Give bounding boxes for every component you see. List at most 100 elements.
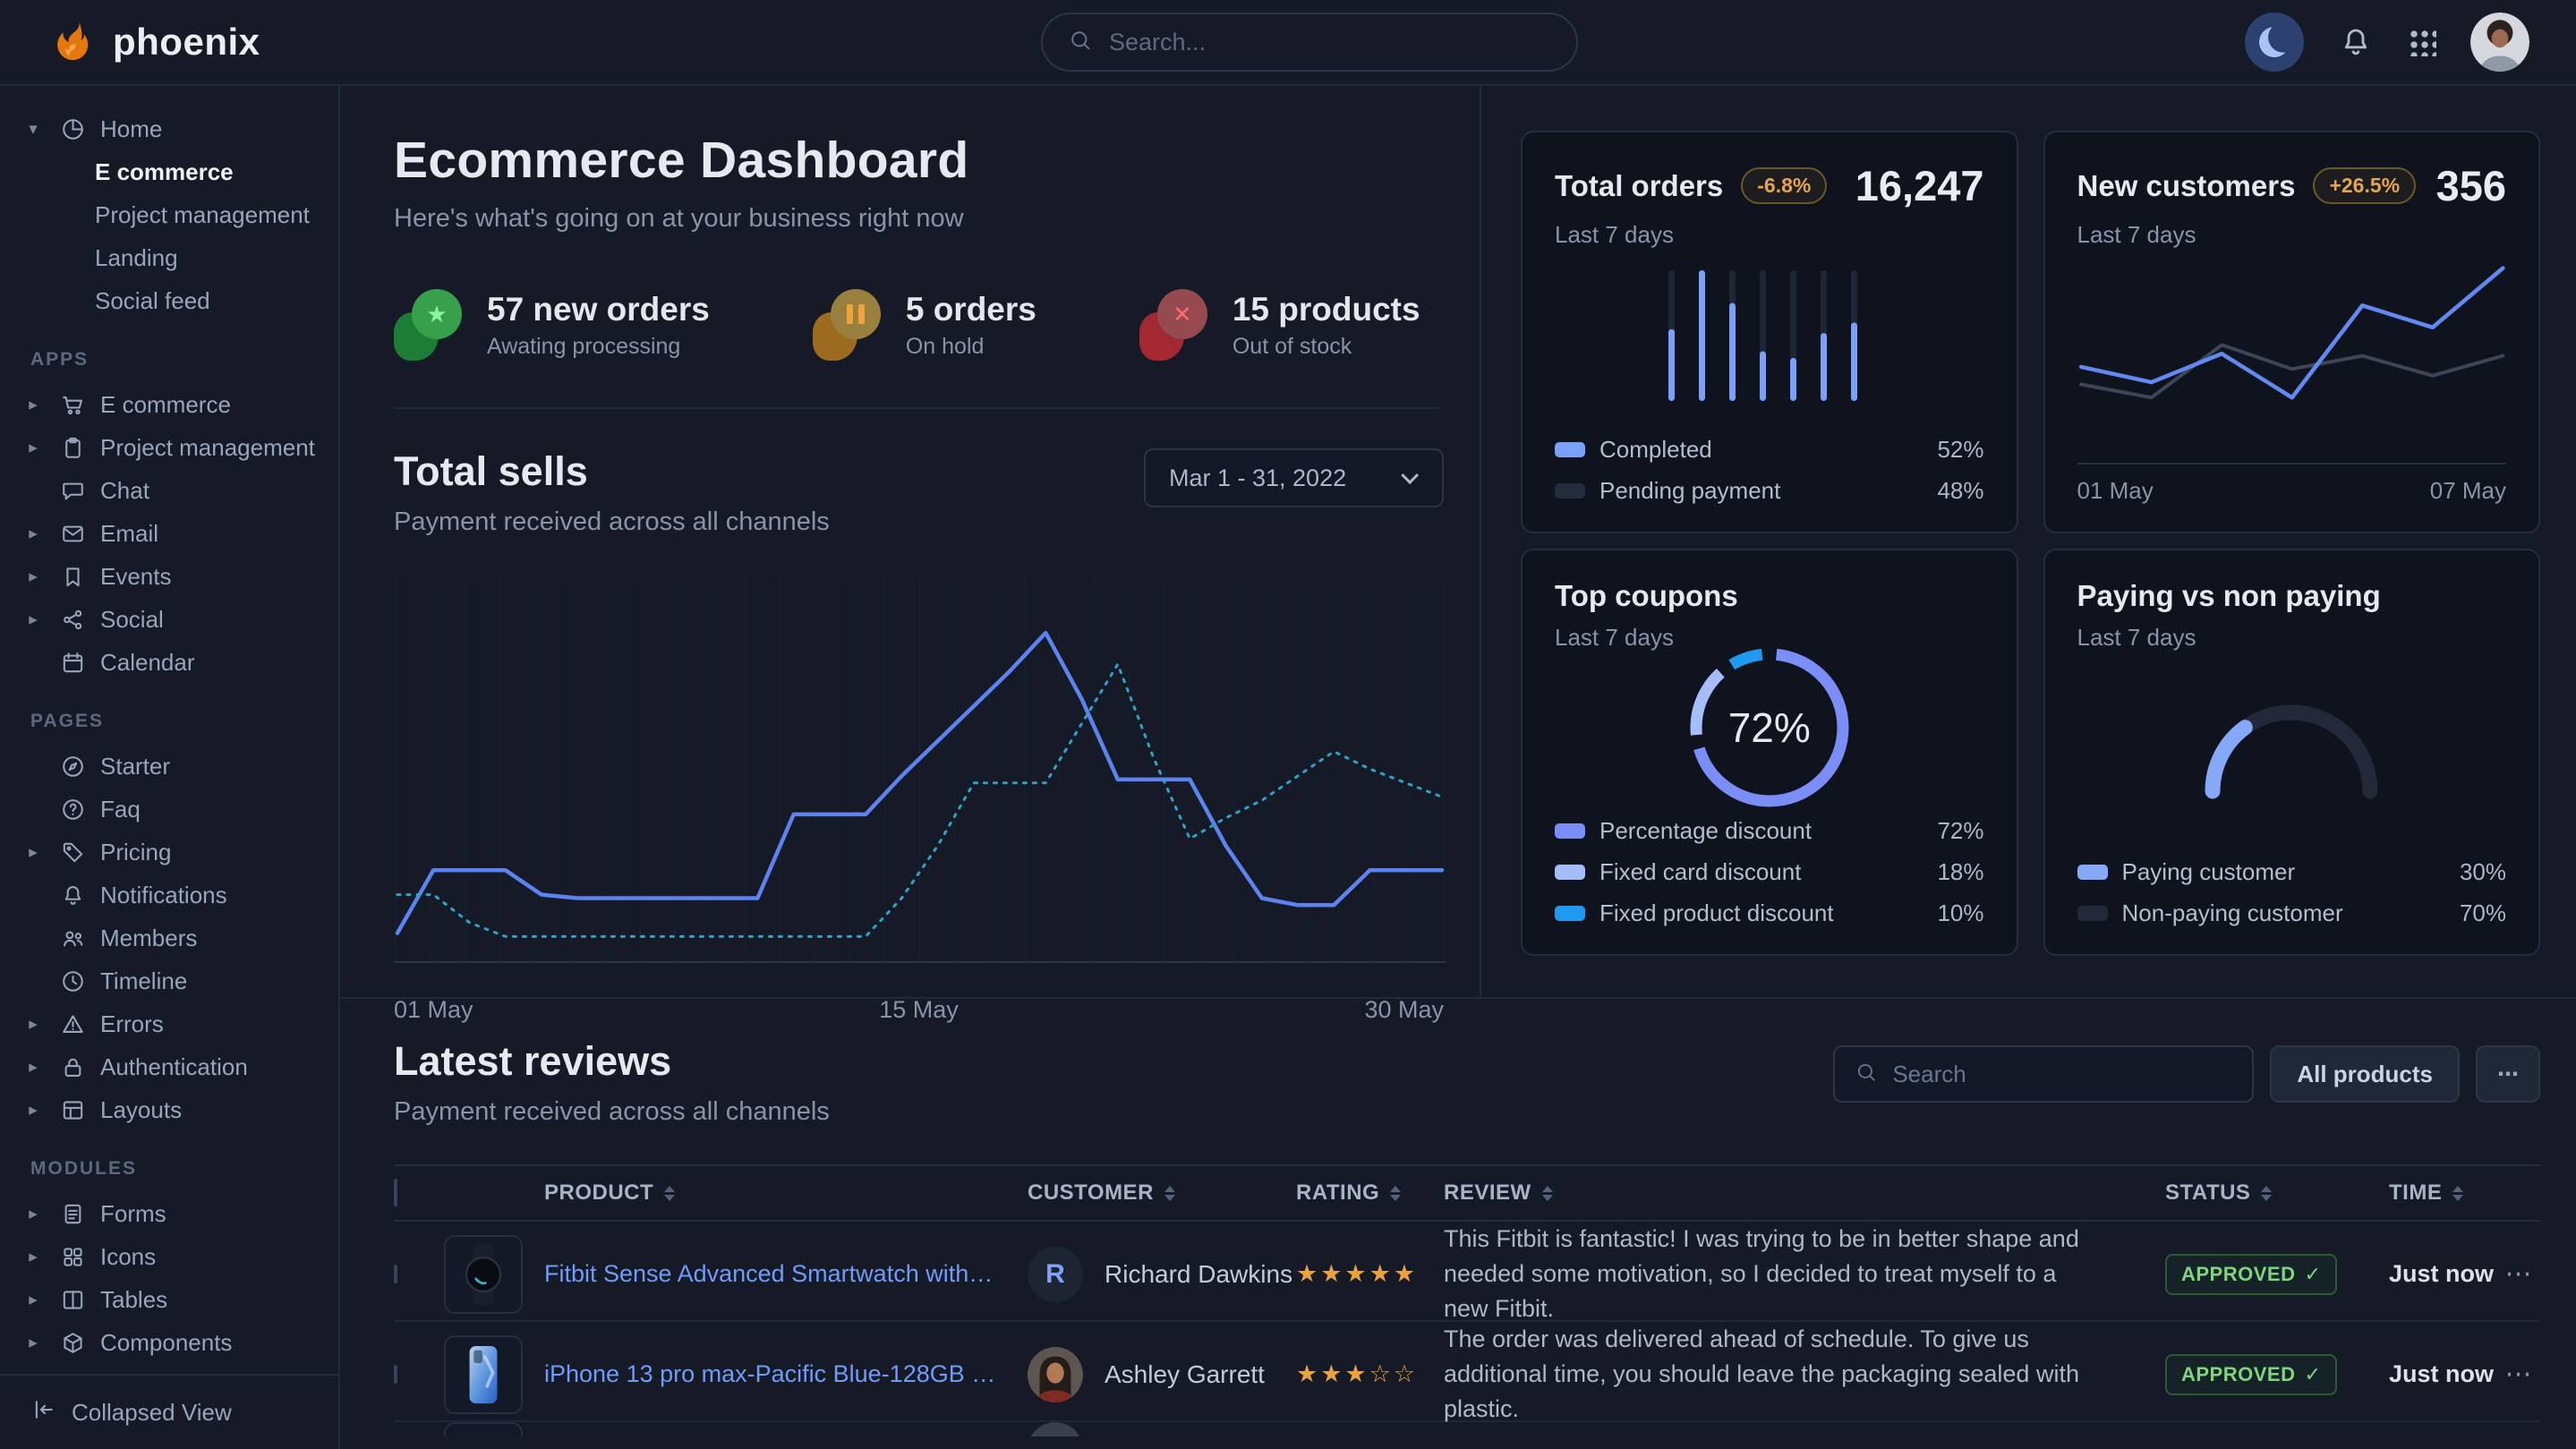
sidebar-item-email[interactable]: ▸ Email (21, 512, 320, 555)
sidebar-item-members[interactable]: Members (21, 916, 320, 959)
sidebar-item-errors[interactable]: ▸ Errors (21, 1002, 320, 1045)
section-pages: PAGES (30, 711, 320, 732)
row-checkbox[interactable] (394, 1265, 397, 1283)
sidebar-item-tables[interactable]: ▸ Tables (21, 1278, 320, 1321)
table-row: Fitbit Sense Advanced Smartwatch with To… (394, 1222, 2540, 1322)
sidebar-item-label: Home (100, 115, 162, 143)
collapse-arrow-icon (30, 1396, 57, 1429)
sidebar-item-social-feed[interactable]: Social feed (21, 279, 320, 322)
nine-dots-icon (2408, 28, 2436, 56)
column-product[interactable]: PRODUCT (544, 1181, 1028, 1206)
sort-icon (2452, 1186, 2463, 1201)
legend-fixed-product-discount: Fixed product discount 10% (1555, 899, 1984, 927)
total-orders-card: Total orders -6.8% 16,247 Last 7 days Co… (1521, 131, 2018, 533)
customer-name: Ashley Garrett (1105, 1360, 1265, 1389)
sidebar-item-calendar[interactable]: Calendar (21, 641, 320, 684)
sidebar-item-project-management-home[interactable]: Project management (21, 193, 320, 236)
sidebar-item-layouts[interactable]: ▸ Layouts (21, 1088, 320, 1131)
column-rating[interactable]: RATING (1296, 1181, 1444, 1206)
main-content: Ecommerce Dashboard Here's what's going … (340, 86, 2576, 1449)
sidebar-item-home[interactable]: ▾ Home (21, 107, 320, 150)
top-coupons-donut: 72% (1555, 652, 1984, 804)
reviews-search-input[interactable] (1892, 1061, 2232, 1088)
total-sells-subtitle: Payment received across all channels (394, 507, 830, 537)
collapse-sidebar-button[interactable]: Collapsed View (0, 1374, 338, 1449)
product-thumbnail-iphone[interactable] (444, 1335, 523, 1414)
product-thumbnail[interactable] (444, 1422, 523, 1436)
column-status[interactable]: STATUS (2165, 1181, 2389, 1206)
profile-avatar[interactable] (2470, 13, 2529, 72)
sidebar-item-components[interactable]: ▸ Components (21, 1321, 320, 1364)
layout-icon (55, 1097, 90, 1123)
tag-icon (55, 840, 90, 865)
sidebar-item-ecommerce-home[interactable]: E commerce (21, 150, 320, 193)
sidebar-item-project-management-app[interactable]: ▸ Project management (21, 426, 320, 469)
phoenix-logo-icon (50, 17, 97, 68)
form-file-icon (55, 1201, 90, 1227)
column-time[interactable]: TIME (2389, 1181, 2496, 1206)
caret-right-icon: ▸ (21, 842, 45, 863)
pie-chart-icon (55, 116, 90, 142)
product-thumbnail-smartwatch[interactable] (444, 1235, 523, 1314)
caret-right-icon: ▸ (21, 438, 45, 458)
customer-name: Richard Dawkins (1105, 1260, 1292, 1289)
check-icon: ✓ (2304, 1363, 2321, 1386)
customer-cell[interactable]: Ashley Garrett (1028, 1347, 1296, 1402)
sidebar-menu: ▾ Home E commerce Project management Lan… (0, 107, 338, 1374)
sidebar-item-icons[interactable]: ▸ Icons (21, 1235, 320, 1278)
paying-vs-nonpaying-card: Paying vs non paying Last 7 days Paying … (2043, 549, 2541, 956)
row-actions-button[interactable]: ⋯ (2496, 1258, 2540, 1290)
bell-icon (55, 882, 90, 908)
brand-name: phoenix (113, 21, 260, 64)
caret-right-icon: ▸ (21, 1333, 45, 1353)
sidebar-item-social[interactable]: ▸ Social (21, 598, 320, 641)
search-input[interactable] (1109, 29, 1551, 56)
status-badge: APPROVED✓ (2165, 1254, 2337, 1295)
avatar-photo (1028, 1422, 1083, 1436)
global-search[interactable] (1041, 13, 1578, 72)
sidebar-item-events[interactable]: ▸ Events (21, 555, 320, 598)
ellipsis-icon: ⋯ (2497, 1061, 2519, 1087)
theme-toggle-button[interactable] (2245, 13, 2304, 72)
page-title: Ecommerce Dashboard (394, 131, 1444, 190)
sidebar: ▾ Home E commerce Project management Lan… (0, 86, 340, 1449)
all-products-button[interactable]: All products (2270, 1045, 2460, 1103)
table-row: iPhone 13 pro max-Pacific Blue-128GB sto… (394, 1322, 2540, 1422)
sidebar-item-forms[interactable]: ▸ Forms (21, 1192, 320, 1235)
sidebar-item-ecommerce-app[interactable]: ▸ E commerce (21, 383, 320, 426)
brand[interactable]: phoenix (50, 17, 260, 68)
sidebar-item-chat[interactable]: Chat (21, 469, 320, 512)
column-review[interactable]: REVIEW (1444, 1181, 2165, 1206)
sidebar-item-pricing[interactable]: ▸ Pricing (21, 831, 320, 874)
caret-right-icon: ▸ (21, 1247, 45, 1267)
row-checkbox[interactable] (394, 1365, 397, 1384)
rating-stars: ★★★☆☆ (1296, 1360, 1444, 1388)
product-link[interactable]: Fitbit Sense Advanced Smartwatch with To… (544, 1260, 1028, 1288)
cart-icon (55, 392, 90, 418)
reviews-table: PRODUCT CUSTOMER RATING REVIEW STATUS TI… (394, 1164, 2540, 1436)
product-link[interactable]: iPhone 13 pro max-Pacific Blue-128GB sto… (544, 1360, 1028, 1388)
box-icon (55, 1330, 90, 1356)
sidebar-item-timeline[interactable]: Timeline (21, 959, 320, 1002)
notifications-button[interactable] (2338, 24, 2374, 60)
caret-right-icon: ▸ (21, 567, 45, 587)
paying-gauge-chart (2077, 652, 2507, 845)
sidebar-item-notifications[interactable]: Notifications (21, 874, 320, 916)
sidebar-item-starter[interactable]: Starter (21, 745, 320, 788)
total-orders-chart (1555, 249, 1984, 422)
select-all-checkbox[interactable] (394, 1179, 397, 1206)
sidebar-item-landing[interactable]: Landing (21, 236, 320, 279)
apps-grid-button[interactable] (2408, 28, 2436, 56)
date-range-select[interactable]: Mar 1 - 31, 2022 (1144, 448, 1444, 507)
clock-icon (55, 968, 90, 994)
reviews-search[interactable] (1833, 1045, 2254, 1103)
legend-percentage-discount: Percentage discount 72% (1555, 817, 1984, 845)
more-actions-button[interactable]: ⋯ (2476, 1045, 2540, 1103)
column-customer[interactable]: CUSTOMER (1028, 1181, 1296, 1206)
legend-paying: Paying customer 30% (2077, 858, 2507, 886)
row-actions-button[interactable]: ⋯ (2496, 1359, 2540, 1390)
search-icon (1068, 28, 1093, 57)
customer-cell[interactable]: R Richard Dawkins (1028, 1247, 1296, 1302)
sidebar-item-authentication[interactable]: ▸ Authentication (21, 1045, 320, 1088)
sidebar-item-faq[interactable]: Faq (21, 788, 320, 831)
